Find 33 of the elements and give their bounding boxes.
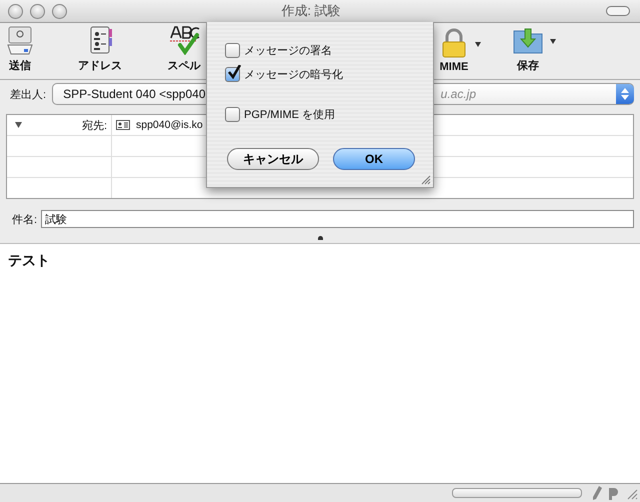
send-icon: [5, 25, 35, 55]
checkbox[interactable]: [225, 66, 240, 82]
pin-icon: [606, 486, 620, 500]
window-title: 作成: 試験: [280, 2, 342, 20]
splitter-handle-icon[interactable]: [318, 236, 322, 240]
pencil-icon: [592, 486, 602, 500]
disclosure-triangle-icon[interactable]: [15, 122, 22, 128]
toolbar-toggle-button[interactable]: [606, 6, 630, 16]
ok-button[interactable]: OK: [333, 148, 415, 170]
option-label: メッセージの暗号化: [244, 68, 343, 82]
cancel-button[interactable]: キャンセル: [227, 148, 319, 170]
contact-card-icon: [116, 120, 130, 130]
zoom-button[interactable]: [52, 4, 67, 18]
menu-caret-icon: [550, 39, 556, 44]
subject-label: 件名:: [12, 212, 38, 226]
close-button[interactable]: [8, 4, 23, 18]
checkbox[interactable]: [225, 42, 240, 58]
checkbox[interactable]: [225, 106, 240, 122]
option-label: PGP/MIME を使用: [244, 108, 336, 122]
message-body-text: テスト: [8, 252, 50, 268]
toolbar-button[interactable]: 保存: [500, 25, 556, 73]
subject-field[interactable]: 試験: [41, 210, 634, 228]
spell-check-icon: [168, 25, 200, 55]
option-label: メッセージの署名: [244, 44, 332, 58]
stepper-icon: [616, 84, 634, 104]
to-label: 宛先:: [82, 118, 107, 132]
menu-caret-icon: [475, 42, 481, 47]
toolbar-button[interactable]: 送信: [0, 25, 48, 73]
toolbar-button[interactable]: アドレス: [72, 25, 128, 73]
from-label: 差出人:: [10, 88, 46, 102]
minimize-button[interactable]: [30, 4, 45, 18]
resize-grip-icon[interactable]: [421, 175, 431, 185]
recipient-address[interactable]: spp040@is.ko: [136, 119, 203, 131]
